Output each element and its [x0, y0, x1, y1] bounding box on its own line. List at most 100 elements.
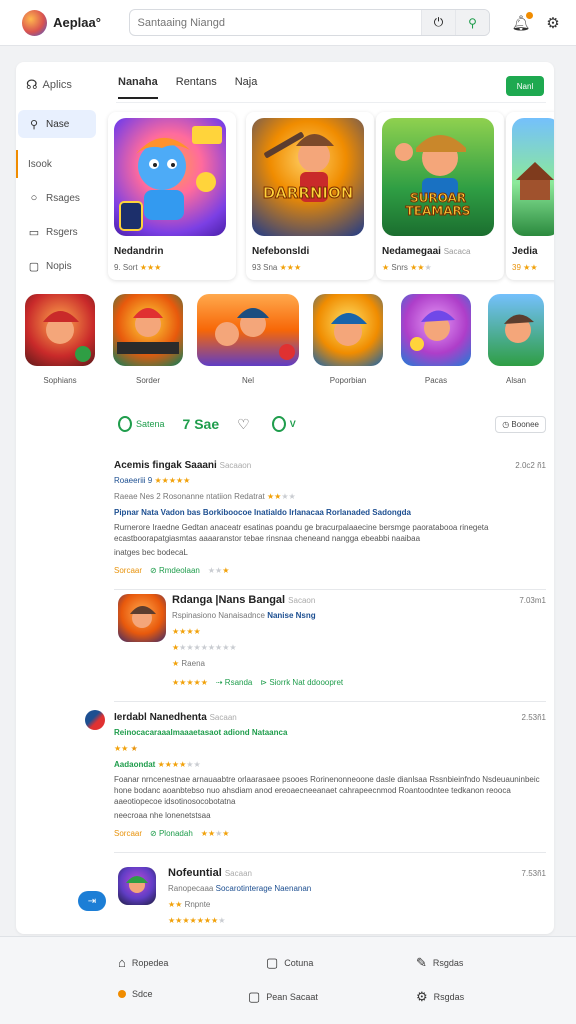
featured-card[interactable]: SUROAR TEAMARS Nedamegaai Sacaca ★ Snrs …	[376, 112, 504, 280]
mic-icon: ⏻	[433, 15, 444, 29]
sidebar-item-folders[interactable]: ▭ Rsgers	[16, 218, 104, 246]
bottom-navigation: ⌂ Ropedea ▢ Cotuna ✎ Rsgdas Sdce ▢ Pean Saca…	[0, 936, 576, 1024]
search-button[interactable]: ⚲	[455, 10, 489, 35]
view-all-button[interactable]: Nanl	[506, 76, 544, 96]
review-body: Rurnerore Iraedne Gedtan anaceatr esatin…	[114, 523, 489, 543]
reviewer-name: Nofeuntial Sacaan	[168, 867, 252, 879]
app-label: Sophians	[43, 376, 77, 385]
rating-stars: ★★★★★	[154, 476, 191, 485]
heart-icon: ♡	[237, 415, 250, 432]
voice-button[interactable]: ⏻	[421, 10, 455, 35]
arrow-right-icon: ⇥	[87, 895, 97, 907]
game-character-illustration	[395, 135, 466, 198]
sidebar-header-label: Aplics	[42, 79, 72, 91]
app-label: Sorder	[135, 376, 160, 385]
nav-item-side[interactable]: Sdce	[118, 989, 153, 999]
sidebar-item-label: Isook	[28, 158, 52, 170]
sidebar-item-notes[interactable]: ▢ Nopis	[16, 252, 104, 280]
featured-meta: ★ Snrs ★★★	[382, 263, 432, 272]
notifications-button[interactable]: 🔔︎	[511, 11, 533, 32]
app-thumbnail: DARRNION	[252, 118, 364, 236]
app-tile[interactable]: Nel	[196, 294, 300, 385]
game-character-illustration	[264, 132, 334, 202]
tab-bar: Nanaha Rentans Naja	[118, 76, 257, 99]
app-label: Poporbian	[329, 376, 367, 385]
app-tile[interactable]: Sorder	[112, 294, 184, 385]
featured-carousel: Nedandrin 9. Sort ★★★ DARRNION Nefebonsl…	[108, 112, 554, 280]
nav-item-pin[interactable]: ✎ Rsgdas	[416, 955, 463, 971]
tab-new[interactable]: Naja	[235, 76, 258, 99]
rating-stars: ★★★★	[172, 627, 201, 636]
filter-chip[interactable]: Satena	[118, 416, 165, 432]
featured-meta: 9. Sort ★★★	[114, 263, 162, 272]
home-icon: ⌂	[118, 955, 126, 970]
circle-icon: ○	[30, 192, 38, 204]
sort-button[interactable]: ◷ Boonee	[495, 415, 546, 433]
filter-chip[interactable]: V	[271, 416, 296, 432]
reply-link[interactable]: ⇢ Rsanda	[216, 678, 253, 687]
app-tile[interactable]: Pacas	[400, 294, 472, 385]
nav-item-open-search[interactable]: ▢ Pean Sacaat	[248, 989, 318, 1005]
review-item: Acemis fingak Saaani Sacaaon 2.0c2 ñ1 Ro…	[114, 460, 546, 590]
sidebar-item-label: Rsgers	[46, 226, 78, 238]
app-tile[interactable]: Sophians	[24, 294, 96, 385]
helpful-link[interactable]: ⊘ Rmdeolaan	[150, 566, 200, 575]
reviewer-avatar[interactable]	[85, 710, 105, 730]
filter-chip[interactable]: 7 Sae	[183, 416, 220, 432]
review-subtitle: Reinocacaraaalmaaaetasaot adiond Nataanc…	[114, 728, 288, 737]
review-date: 2.0c2 ñ1	[515, 461, 546, 470]
sidebar-item-search[interactable]: ⚲ Nase	[18, 110, 96, 138]
app-logo[interactable]	[22, 9, 48, 36]
sidebar-header[interactable]: ☊ Aplics	[16, 74, 104, 96]
review-highlight: Pipnar Nata Vadon bas Borkiboocoe Inatia…	[114, 508, 411, 517]
search-icon: ⚲	[468, 15, 477, 30]
review-body-more: neecroaa nhe lonenetstsaa	[114, 811, 211, 820]
dot-icon	[118, 990, 126, 998]
tab-rentals[interactable]: Rentans	[176, 76, 217, 99]
featured-banner: DARRNION	[262, 184, 354, 203]
app-label: Alsan	[505, 376, 526, 385]
reply-link[interactable]: Sorcaar	[114, 829, 142, 838]
review-item: Nofeuntial Sacaan 7.53ñ1 Ranopecaaa Soca…	[114, 867, 546, 927]
tab-home[interactable]: Nanaha	[118, 76, 158, 99]
rating-stars: ★★★★★	[172, 678, 208, 687]
app-label: Pacas	[424, 376, 448, 385]
settings-button[interactable]: ⚙	[544, 14, 562, 32]
review-date: 7.03m1	[519, 596, 546, 605]
app-icon	[488, 294, 544, 366]
nav-item-chat[interactable]: ▢ Cotuna	[266, 955, 313, 971]
scroll-fab-button[interactable]: ⇥	[78, 891, 106, 911]
nav-item-home[interactable]: ⌂ Ropedea	[118, 955, 168, 970]
helpful-link[interactable]: ⊘ Plonadah	[150, 829, 193, 838]
game-character-illustration	[119, 126, 222, 231]
review-date: 2.53ñ1	[521, 713, 546, 722]
reply-link[interactable]: Sorcaar	[114, 566, 142, 575]
app-thumbnail: SUROAR TEAMARS	[382, 118, 494, 236]
review-item: Ierdabl Nanedhenta Sacaan 2.53ñ1 Reinoca…	[114, 712, 546, 853]
rating-stars: ★★★	[279, 263, 302, 272]
app-label: Nel	[241, 376, 254, 385]
search-input[interactable]	[129, 10, 421, 35]
app-thumbnail	[114, 118, 226, 236]
filter-chip[interactable]: ♡	[237, 416, 254, 433]
sidebar-item-books[interactable]: Isook	[16, 150, 104, 178]
featured-title: Nefebonsldi	[252, 246, 310, 257]
chat-icon: ▢	[266, 955, 279, 970]
chat-icon: ▢	[28, 260, 40, 273]
square-icon: ▢	[248, 989, 261, 1004]
app-tile[interactable]: Alsan	[486, 294, 546, 385]
circle-icon	[271, 416, 286, 432]
nav-item-settings[interactable]: ⚙ Rsgdas	[416, 989, 464, 1005]
app-tile[interactable]: Poporbian	[312, 294, 384, 385]
app-thumbnail	[512, 118, 554, 236]
featured-card[interactable]: Jedia 39 ★★	[506, 112, 554, 280]
reviewer-name: Rdanga |Nans Bangal Sacaon	[172, 594, 316, 606]
featured-card[interactable]: DARRNION Nefebonsldi 93 Sna ★★★	[246, 112, 374, 280]
village-illustration	[516, 162, 554, 200]
sidebar-item-label: Rsages	[46, 192, 80, 204]
sidebar-item-pages[interactable]: ○ Rsages	[16, 184, 104, 212]
featured-card[interactable]: Nedandrin 9. Sort ★★★	[108, 112, 236, 280]
app-icon-row: Sophians Sorder Nel Poporbian Pacas Alsa…	[16, 294, 554, 394]
helpful-link[interactable]: ⊳ Siorrk Nat ddooopret	[260, 678, 343, 687]
reviewer-app-icon	[118, 594, 166, 642]
